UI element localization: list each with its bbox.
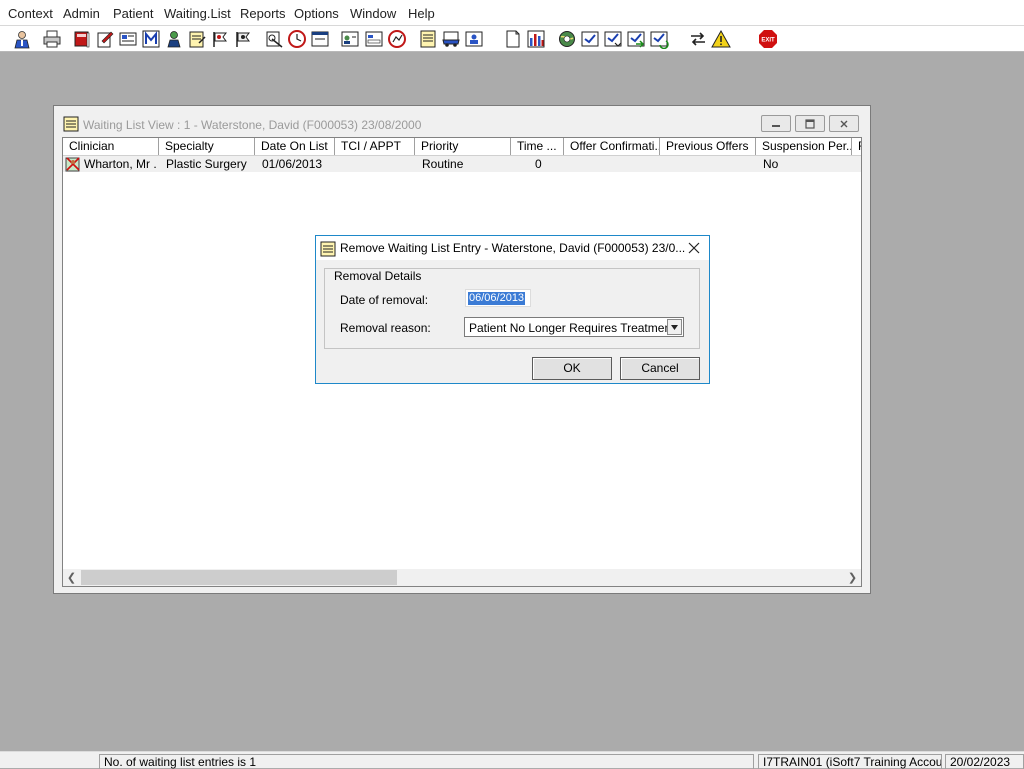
minimize-icon — [762, 116, 790, 131]
column-header-specialty[interactable]: Specialty — [159, 138, 255, 155]
menu-options[interactable]: Options — [294, 6, 339, 21]
column-header-r[interactable]: R — [852, 138, 861, 155]
toolbar: EXIT — [0, 26, 1024, 52]
exit-icon[interactable]: EXIT — [758, 29, 778, 49]
warning-icon[interactable] — [711, 29, 731, 49]
menu-waiting-list[interactable]: Waiting.List — [164, 6, 231, 21]
exit-label: EXIT — [761, 38, 775, 44]
scroll-left-icon[interactable]: ❮ — [63, 569, 80, 586]
cell-suspension: No — [763, 157, 779, 171]
column-header-suspension[interactable]: Suspension Per... — [756, 138, 852, 155]
notepad-icon — [63, 116, 79, 132]
ok-button[interactable]: OK — [532, 357, 612, 380]
scroll-right-icon[interactable]: ❯ — [844, 569, 861, 586]
close-button[interactable] — [829, 115, 859, 132]
check-arrow-icon[interactable] — [626, 29, 646, 49]
chevron-down-icon[interactable] — [667, 319, 682, 335]
cell-priority: Routine — [422, 157, 464, 171]
swap-icon[interactable] — [688, 29, 708, 49]
notes-icon[interactable] — [418, 29, 438, 49]
table-row[interactable]: Wharton, Mr ... Plastic Surgery 01/06/20… — [63, 156, 861, 172]
flag-icon[interactable] — [210, 29, 230, 49]
clock-icon[interactable] — [287, 29, 307, 49]
form-icon[interactable] — [364, 29, 384, 49]
column-header-offer-confirmation[interactable]: Offer Confirmati... — [564, 138, 660, 155]
column-header-clinician[interactable]: Clinician — [63, 138, 159, 155]
flag2-icon[interactable] — [233, 29, 253, 49]
printer-icon[interactable] — [42, 29, 62, 49]
cancel-button[interactable]: Cancel — [620, 357, 700, 380]
menu-window[interactable]: Window — [350, 6, 396, 21]
minimize-button[interactable] — [761, 115, 791, 132]
restore-icon — [796, 116, 824, 131]
removal-reason-label: Removal reason: — [340, 321, 431, 335]
status-bar: No. of waiting list entries is 1 I7TRAIN… — [0, 751, 1024, 769]
check-form-icon[interactable] — [580, 29, 600, 49]
remove-entry-dialog: Remove Waiting List Entry - Waterstone, … — [315, 235, 710, 384]
notepad-icon[interactable] — [187, 29, 207, 49]
car-icon[interactable] — [441, 29, 461, 49]
dialog-title: Remove Waiting List Entry - Waterstone, … — [340, 241, 686, 255]
window-title: Waiting List View : 1 - Waterstone, Davi… — [83, 118, 422, 132]
edit-document-icon[interactable] — [95, 29, 115, 49]
status-account: I7TRAIN01 (iSoft7 Training Account) — [758, 754, 942, 769]
check-down-icon[interactable] — [603, 29, 623, 49]
column-header-priority[interactable]: Priority — [415, 138, 511, 155]
card-icon[interactable] — [118, 29, 138, 49]
chart-circle-icon[interactable] — [387, 29, 407, 49]
column-header-tci-appt[interactable]: TCI / APPT — [335, 138, 415, 155]
scanner-icon[interactable] — [264, 29, 284, 49]
column-header-previous-offers[interactable]: Previous Offers — [660, 138, 756, 155]
notepad-icon — [320, 241, 336, 257]
patient-flag-icon — [65, 157, 80, 172]
bar-chart-icon[interactable] — [526, 29, 546, 49]
menu-patient[interactable]: Patient — [113, 6, 153, 21]
person-icon[interactable] — [164, 29, 184, 49]
doctor-icon[interactable] — [12, 29, 32, 49]
restore-button[interactable] — [795, 115, 825, 132]
menu-reports[interactable]: Reports — [240, 6, 286, 21]
close-icon — [830, 116, 858, 131]
cell-clinician: Wharton, Mr ... — [84, 157, 157, 171]
column-header-date-on-list[interactable]: Date On List — [255, 138, 335, 155]
scroll-thumb[interactable] — [81, 570, 397, 585]
m-icon[interactable] — [141, 29, 161, 49]
column-header-time[interactable]: Time ... — [511, 138, 564, 155]
removal-reason-value: Patient No Longer Requires Treatment — [469, 321, 675, 335]
book-icon[interactable] — [72, 29, 92, 49]
cell-date-on-list: 01/06/2013 — [262, 157, 323, 171]
group-label: Removal Details — [332, 269, 424, 283]
menu-bar: Context Admin Patient Waiting.List Repor… — [0, 0, 1024, 26]
globe-icon[interactable] — [557, 29, 577, 49]
menu-help[interactable]: Help — [408, 6, 435, 21]
status-message: No. of waiting list entries is 1 — [99, 754, 754, 769]
date-of-removal-label: Date of removal: — [340, 293, 429, 307]
status-date: 20/02/2023 — [945, 754, 1024, 769]
cell-time: 0 — [535, 157, 542, 171]
horizontal-scrollbar[interactable]: ❮ ❯ — [63, 569, 861, 586]
id-card-icon[interactable] — [340, 29, 360, 49]
dialog-titlebar[interactable]: Remove Waiting List Entry - Waterstone, … — [316, 236, 709, 260]
person-list-icon[interactable] — [464, 29, 484, 49]
removal-reason-select[interactable]: Patient No Longer Requires Treatment — [464, 317, 684, 337]
waiting-list-titlebar[interactable]: Waiting List View : 1 - Waterstone, Davi… — [54, 106, 870, 138]
date-of-removal-field[interactable]: 06/06/2013 — [465, 289, 531, 307]
close-icon[interactable] — [686, 240, 702, 256]
blank-page-icon[interactable] — [503, 29, 523, 49]
menu-context[interactable]: Context — [8, 6, 53, 21]
check-refresh-icon[interactable] — [649, 29, 669, 49]
menu-admin[interactable]: Admin — [63, 6, 100, 21]
window-icon[interactable] — [310, 29, 330, 49]
grid-header: Clinician Specialty Date On List TCI / A… — [63, 138, 861, 156]
cell-specialty: Plastic Surgery — [166, 157, 247, 171]
date-of-removal-value: 06/06/2013 — [468, 292, 526, 305]
